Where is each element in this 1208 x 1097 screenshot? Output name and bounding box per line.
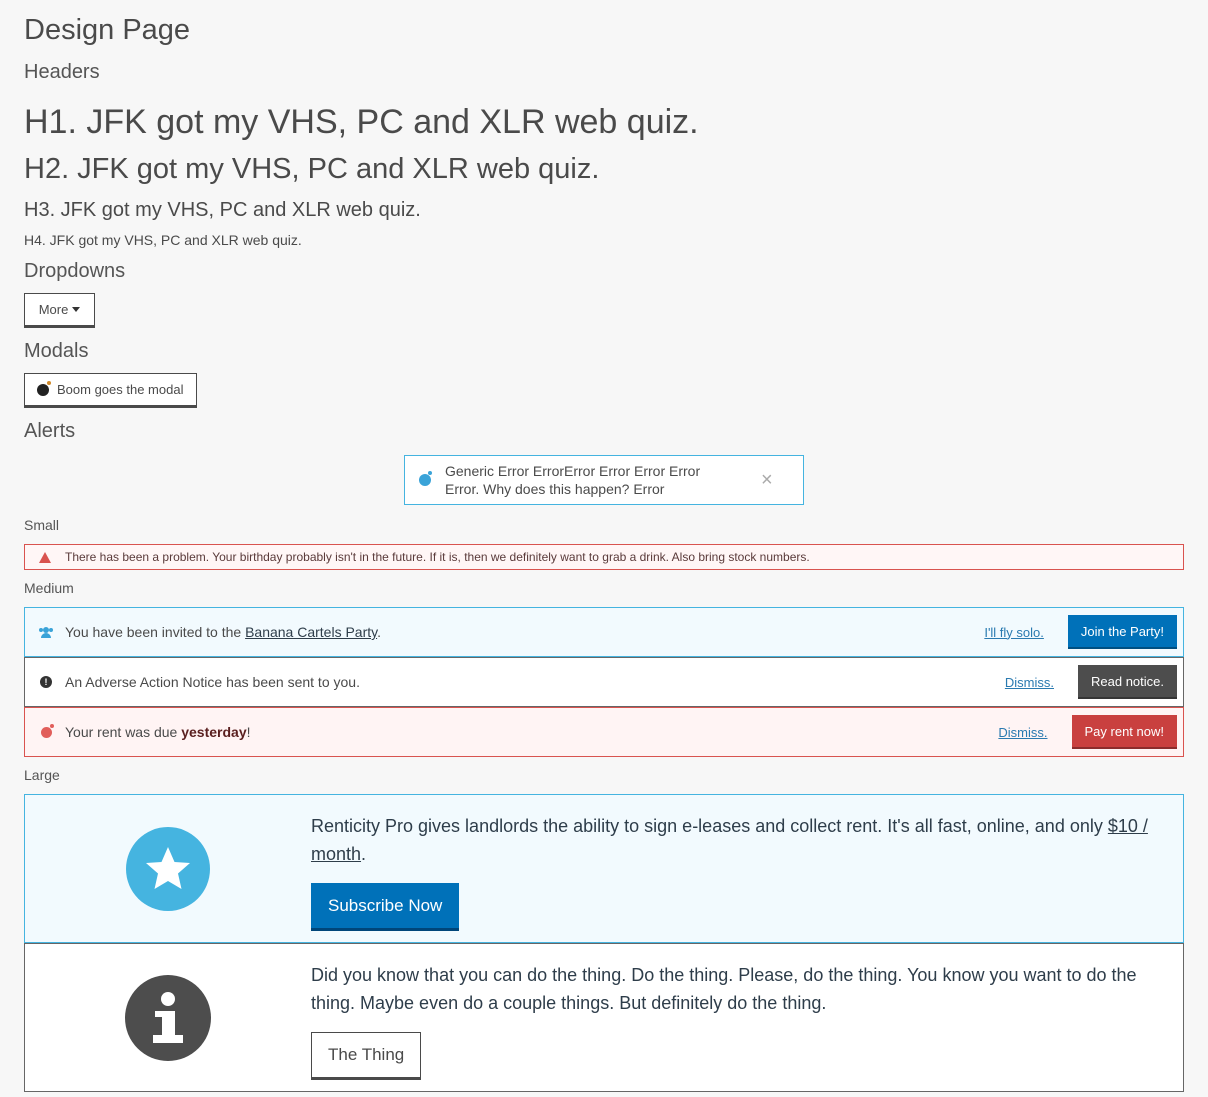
more-dropdown-button[interactable]: More	[24, 293, 95, 328]
do-the-thing-alert: Did you know that you can do the thing. …	[24, 943, 1184, 1092]
label-small: Small	[24, 517, 60, 533]
section-alerts: Alerts	[24, 420, 76, 442]
invite-alert: You have been invited to the Banana Cart…	[24, 607, 1184, 657]
rent-due-alert: Your rent was due yesterday! Dismiss. Pa…	[24, 707, 1184, 757]
pay-rent-button[interactable]: Pay rent now!	[1071, 715, 1177, 749]
label-medium: Medium	[24, 580, 74, 596]
subscribe-now-button[interactable]: Subscribe Now	[311, 883, 460, 931]
renticity-pro-copy: Renticity Pro gives landlords the abilit…	[311, 816, 1108, 836]
section-headers: Headers	[24, 61, 100, 83]
warning-icon	[39, 551, 51, 563]
label-large: Large	[24, 767, 60, 783]
dismiss-adverse-link[interactable]: Dismiss.	[1005, 675, 1054, 690]
generic-error-alert: Generic Error ErrorError Error Error Err…	[404, 455, 804, 505]
adverse-text: An Adverse Action Notice has been sent t…	[65, 674, 360, 690]
star-icon	[126, 826, 210, 911]
small-alert-text: There has been a problem. Your birthday …	[65, 550, 810, 564]
the-thing-button[interactable]: The Thing	[311, 1032, 422, 1080]
dismiss-rent-link[interactable]: Dismiss.	[998, 725, 1047, 740]
bomb-icon	[39, 723, 54, 738]
generic-error-text: Generic Error ErrorError Error Error Err…	[445, 463, 701, 497]
heading-h2: H2. JFK got my VHS, PC and XLR web quiz.	[24, 153, 600, 185]
rent-text-bold: yesterday	[181, 724, 247, 740]
page-title: Design Page	[24, 14, 191, 46]
exclamation-circle-icon: !	[39, 676, 53, 688]
invite-text-prefix: You have been invited to the	[65, 624, 246, 640]
section-dropdowns: Dropdowns	[24, 260, 126, 282]
more-dropdown-label: More	[38, 302, 69, 317]
invite-text: You have been invited to the Banana Cart…	[65, 624, 984, 640]
heading-h4: H4. JFK got my VHS, PC and XLR web quiz.	[24, 232, 302, 248]
bomb-icon	[37, 380, 51, 396]
section-modals: Modals	[24, 340, 89, 362]
rent-text-prefix: Your rent was due	[65, 724, 182, 740]
bomb-icon	[419, 471, 432, 486]
fly-solo-link[interactable]: I'll fly solo.	[984, 625, 1044, 640]
read-notice-button[interactable]: Read notice.	[1078, 665, 1177, 699]
open-modal-button[interactable]: Boom goes the modal	[24, 373, 197, 408]
join-party-button[interactable]: Join the Party!	[1067, 615, 1177, 649]
renticity-pro-text: Renticity Pro gives landlords the abilit…	[311, 812, 1151, 868]
users-icon	[39, 627, 53, 638]
renticity-pro-alert: Renticity Pro gives landlords the abilit…	[24, 794, 1184, 943]
small-danger-alert: There has been a problem. Your birthday …	[24, 544, 1184, 570]
invite-text-suffix: .	[377, 624, 381, 640]
do-the-thing-text: Did you know that you can do the thing. …	[311, 965, 1137, 1013]
open-modal-label: Boom goes the modal	[57, 382, 184, 397]
adverse-action-alert: ! An Adverse Action Notice has been sent…	[24, 657, 1184, 707]
caret-down-icon	[72, 307, 81, 312]
heading-h1: H1. JFK got my VHS, PC and XLR web quiz.	[24, 103, 699, 141]
heading-h3: H3. JFK got my VHS, PC and XLR web quiz.	[24, 199, 421, 221]
rent-text: Your rent was due yesterday!	[65, 724, 998, 740]
close-icon[interactable]: ×	[761, 469, 773, 492]
info-icon	[125, 974, 211, 1061]
renticity-pro-suffix: .	[361, 844, 367, 864]
rent-text-suffix: !	[246, 724, 251, 740]
banana-cartels-party-link[interactable]: Banana Cartels Party	[245, 624, 377, 640]
